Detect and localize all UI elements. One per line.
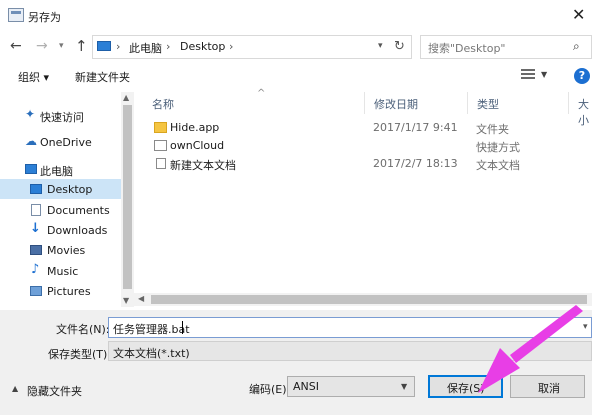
column-header-name[interactable]: 名称 (152, 96, 174, 112)
file-name: Hide.app (170, 121, 220, 134)
navigation-pane: ✦ 快速访问 ☁ OneDrive 此电脑 Desktop Documents … (0, 92, 134, 307)
music-icon: ♪ (31, 262, 40, 277)
breadcrumb-this-pc[interactable]: 此电脑 (129, 40, 162, 56)
sidebar-item-this-pc[interactable]: 此电脑 (0, 159, 121, 179)
filename-value: 任务管理器.bat (113, 323, 190, 336)
cancel-button[interactable]: 取消 (510, 375, 585, 398)
save-button[interactable]: 保存(S) (428, 375, 503, 398)
back-arrow-icon[interactable]: ← (10, 38, 22, 54)
help-icon[interactable]: ? (574, 68, 590, 84)
scroll-down-icon[interactable]: ▼ (123, 296, 129, 305)
file-type: 文本文档 (476, 159, 520, 172)
breadcrumb-chevron-icon[interactable]: › (116, 40, 120, 53)
horizontal-scrollbar-thumb[interactable] (151, 295, 587, 304)
file-date: 2017/1/17 9:41 (373, 121, 458, 134)
breadcrumb-desktop[interactable]: Desktop (180, 40, 225, 53)
save-button-label: 保存(S) (447, 382, 485, 395)
search-placeholder: 搜索"Desktop" (428, 42, 506, 55)
pc-icon (97, 41, 111, 51)
sidebar-item-desktop[interactable]: Desktop (0, 179, 121, 199)
chevron-up-icon[interactable]: ▲ (12, 384, 18, 393)
view-dropdown-icon[interactable]: ▼ (541, 70, 547, 79)
sidebar-item-label: Desktop (47, 183, 93, 196)
file-type: 文件夹 (476, 123, 509, 136)
breadcrumb-chevron-icon[interactable]: › (166, 40, 170, 53)
sort-ascending-icon: ^ (257, 88, 266, 99)
column-header-type[interactable]: 类型 (477, 96, 499, 112)
sidebar-item-label: Documents (47, 204, 110, 217)
nav-scrollbar-thumb[interactable] (123, 105, 132, 289)
sidebar-item-label: Pictures (47, 285, 91, 298)
sidebar-item-music[interactable]: ♪ Music (0, 261, 121, 281)
column-divider[interactable] (364, 92, 365, 114)
file-row-new-text-doc[interactable]: 新建文本文档 2017/2/7 18:13 文本文档 (150, 155, 580, 173)
movies-icon (30, 245, 42, 255)
sidebar-item-documents[interactable]: Documents (0, 200, 121, 220)
new-folder-button[interactable]: 新建文件夹 (75, 69, 130, 85)
sidebar-item-onedrive[interactable]: ☁ OneDrive (0, 132, 121, 152)
sidebar-item-label: OneDrive (40, 136, 92, 149)
text-doc-icon (156, 158, 166, 169)
chevron-down-icon[interactable]: ▾ (583, 322, 588, 332)
refresh-icon[interactable]: ↻ (394, 39, 405, 54)
address-dropdown-icon[interactable]: ▾ (378, 41, 383, 51)
forward-arrow-icon[interactable]: → (36, 38, 48, 54)
file-name: ownCloud (170, 139, 225, 152)
sidebar-item-label: 此电脑 (40, 165, 73, 178)
window-title: 另存为 (28, 11, 61, 24)
file-row-owncloud[interactable]: ownCloud 快捷方式 (150, 137, 580, 155)
search-icon[interactable]: ⌕ (573, 39, 580, 54)
column-header-date[interactable]: 修改日期 (374, 96, 418, 112)
title-bar: 另存为 ✕ (0, 0, 592, 32)
desktop-icon (30, 184, 42, 194)
savetype-value: 文本文档(*.txt) (113, 347, 190, 360)
command-bar: 组织 ▾ 新建文件夹 ▼ (0, 62, 592, 90)
column-header-size[interactable]: 大小 (578, 96, 592, 128)
filename-input[interactable]: 任务管理器.bat ▾ (108, 317, 592, 338)
encoding-select[interactable]: ANSI ▼ (287, 376, 415, 397)
column-divider[interactable] (467, 92, 468, 114)
file-name: 新建文本文档 (170, 159, 236, 172)
address-bar[interactable]: › 此电脑 › Desktop › ▾ ↻ (92, 35, 412, 59)
encoding-value: ANSI (293, 380, 319, 393)
filename-label: 文件名(N): (56, 323, 110, 336)
sidebar-item-label: Downloads (47, 224, 108, 237)
shortcut-icon (154, 140, 167, 151)
window-icon (8, 8, 24, 22)
file-type: 快捷方式 (476, 141, 520, 154)
savetype-label: 保存类型(T): (48, 348, 112, 361)
savetype-select[interactable]: 文本文档(*.txt) (108, 341, 592, 361)
chevron-down-icon[interactable]: ▼ (401, 382, 407, 391)
organize-button[interactable]: 组织 ▾ (18, 69, 49, 85)
pictures-icon (30, 286, 42, 296)
column-divider[interactable] (568, 92, 569, 114)
scroll-up-icon[interactable]: ▲ (123, 93, 129, 102)
search-input[interactable]: 搜索"Desktop" ⌕ (420, 35, 592, 59)
sidebar-item-label: Music (47, 265, 79, 278)
view-options-icon[interactable] (521, 68, 535, 80)
sidebar-item-pictures[interactable]: Pictures (0, 281, 121, 301)
breadcrumb-chevron-icon[interactable]: › (229, 40, 233, 53)
sidebar-item-label: Movies (47, 244, 86, 257)
close-icon[interactable]: ✕ (572, 5, 585, 24)
scroll-left-icon[interactable]: ◀ (138, 294, 144, 303)
sidebar-item-quick-access[interactable]: ✦ 快速访问 (0, 105, 121, 125)
text-caret (182, 321, 183, 334)
sidebar-item-downloads[interactable]: ↓ Downloads (0, 220, 121, 240)
hide-folders-toggle[interactable]: 隐藏文件夹 (27, 383, 82, 399)
file-row-hide-app[interactable]: Hide.app 2017/1/17 9:41 文件夹 (150, 119, 580, 137)
documents-icon (31, 204, 41, 216)
cancel-button-label: 取消 (538, 382, 560, 395)
folder-icon (154, 122, 167, 133)
sidebar-item-label: 快速访问 (40, 111, 84, 124)
file-date: 2017/2/7 18:13 (373, 157, 458, 170)
encoding-label: 编码(E): (249, 383, 291, 396)
download-icon: ↓ (30, 221, 41, 236)
pin-icon: ✦ (25, 107, 36, 121)
up-arrow-icon[interactable]: ↑ (75, 37, 88, 55)
pc-icon (25, 164, 37, 174)
recent-locations-chevron-icon[interactable]: ▾ (59, 41, 64, 51)
cloud-icon: ☁ (25, 134, 37, 148)
sidebar-item-movies[interactable]: Movies (0, 240, 121, 260)
